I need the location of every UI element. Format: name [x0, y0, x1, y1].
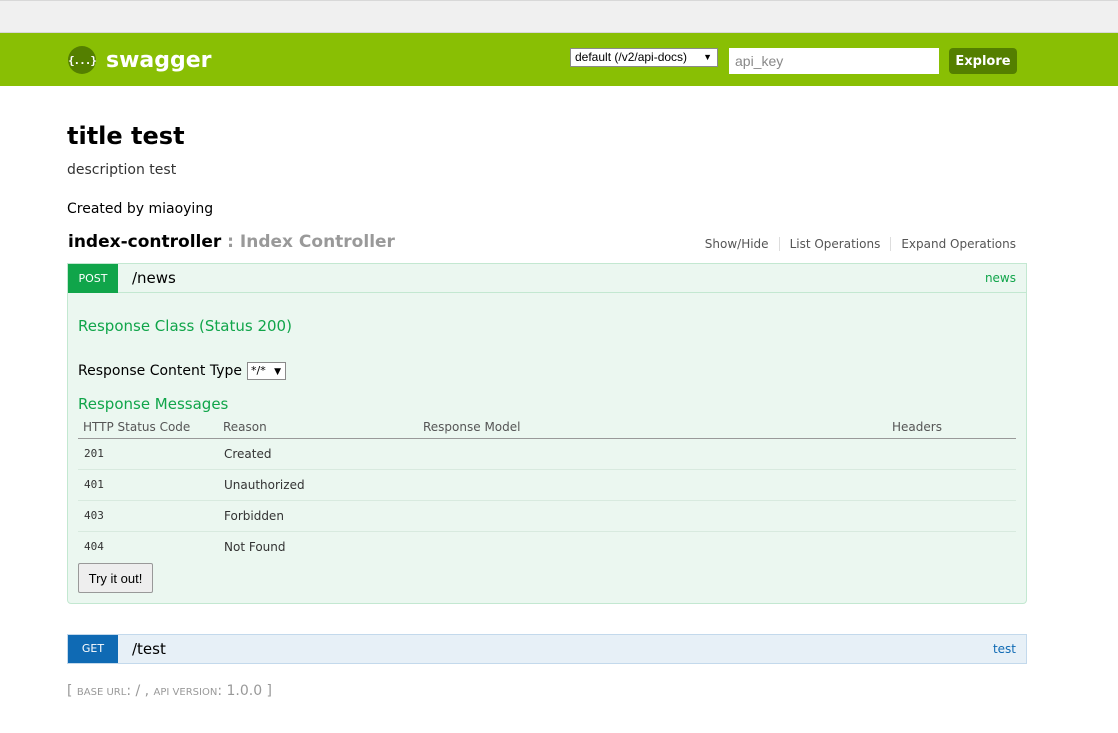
operation-path[interactable]: /test: [132, 640, 166, 658]
base-url-value: : / ,: [126, 683, 154, 699]
api-docs-select[interactable]: default (/v2/api-docs) ▼: [570, 48, 718, 67]
browser-toolbar: [0, 0, 1118, 33]
http-method-badge[interactable]: POST: [68, 264, 118, 293]
col-headers: Headers: [887, 416, 1016, 439]
headers: [887, 500, 1016, 532]
footer-open-bracket: [: [67, 683, 77, 699]
headers: [887, 469, 1016, 501]
table-header-row: HTTP Status Code Reason Response Model H…: [78, 416, 1016, 439]
api-key-input[interactable]: [729, 48, 939, 74]
content-type-row: Response Content Type */* ▼: [78, 362, 286, 380]
show-hide-link[interactable]: Show/Hide: [695, 237, 779, 251]
dropdown-arrow-icon: ▼: [703, 52, 712, 62]
footer-info: [ base url: / , api version: 1.0.0 ]: [67, 683, 272, 699]
controller-separator: :: [221, 232, 240, 252]
base-url-label: base url: [76, 687, 127, 698]
header-bar: {...} swagger default (/v2/api-docs) ▼ E…: [0, 33, 1118, 86]
explore-button[interactable]: Explore: [949, 48, 1017, 74]
reason: Forbidden: [218, 500, 418, 532]
controller-description: Index Controller: [239, 232, 395, 252]
col-reason: Reason: [218, 416, 418, 439]
headers: [887, 438, 1016, 470]
status-code: 401: [78, 469, 218, 501]
response-model: [418, 531, 887, 562]
table-row: 404 Not Found: [78, 531, 1016, 562]
operation-tag-link[interactable]: news: [985, 271, 1016, 285]
response-class-heading: Response Class (Status 200): [78, 317, 292, 335]
reason: Not Found: [224, 539, 286, 554]
api-version-value: : 1.0.0 ]: [217, 683, 273, 699]
col-status-code: HTTP Status Code: [78, 416, 218, 439]
response-model: [418, 438, 887, 470]
response-model: [418, 500, 887, 532]
controller-name[interactable]: index-controller: [68, 232, 221, 252]
expand-operations-link[interactable]: Expand Operations: [890, 237, 1016, 251]
table-row: 401 Unauthorized: [78, 469, 1016, 501]
api-title: title test: [67, 122, 185, 150]
table-row: 403 Forbidden: [78, 500, 1016, 532]
api-docs-select-value: default (/v2/api-docs): [575, 50, 688, 64]
status-code: 404: [84, 540, 104, 554]
resource-heading[interactable]: index-controller : Index Controller: [68, 232, 395, 252]
response-model: [418, 469, 887, 501]
content-type-select[interactable]: */* ▼: [246, 362, 286, 380]
content-type-value: */*: [250, 364, 266, 377]
api-created-by: Created by miaoying: [67, 201, 214, 217]
list-operations-link[interactable]: List Operations: [778, 237, 891, 251]
operation-path[interactable]: /news: [132, 269, 176, 287]
brand-name: swagger: [106, 47, 212, 73]
table-row: 201 Created: [78, 438, 1016, 470]
api-version-label: api version: [153, 687, 218, 698]
swagger-logo-icon: {...}: [68, 46, 97, 74]
dropdown-arrow-icon: ▼: [274, 367, 281, 377]
try-it-out-button[interactable]: Try it out!: [78, 563, 153, 593]
response-messages-heading: Response Messages: [78, 395, 229, 413]
operation-post-news: POST /news news Response Class (Status 2…: [67, 263, 1027, 604]
status-code: 403: [78, 500, 218, 532]
swagger-logo[interactable]: {...} swagger: [68, 46, 212, 74]
http-method-badge[interactable]: GET: [68, 635, 118, 663]
reason: Unauthorized: [218, 469, 418, 501]
operation-get-test[interactable]: GET /test test: [67, 634, 1027, 664]
response-messages-table: HTTP Status Code Reason Response Model H…: [78, 416, 1016, 562]
api-description: description test: [67, 162, 177, 178]
content-type-label: Response Content Type: [78, 363, 242, 379]
reason: Created: [218, 438, 418, 470]
headers: [887, 531, 1016, 562]
col-response-model: Response Model: [418, 416, 887, 439]
status-code: 201: [78, 438, 218, 470]
operation-tag-link[interactable]: test: [993, 642, 1016, 656]
resource-options: Show/Hide List Operations Expand Operati…: [695, 237, 1016, 251]
operation-heading[interactable]: POST /news news: [68, 264, 1026, 293]
